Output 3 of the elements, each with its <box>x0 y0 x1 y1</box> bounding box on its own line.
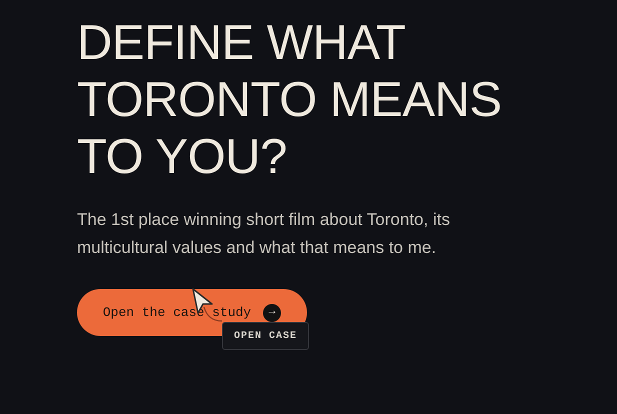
cursor-tooltip: OPEN CASE <box>222 322 310 350</box>
page-heading: DEFINE WHAT TORONTO MEANS TO YOU? <box>77 15 503 186</box>
description: The 1st place winning short film about Toronto, its multicultural values and what that means to me. <box>77 209 451 259</box>
